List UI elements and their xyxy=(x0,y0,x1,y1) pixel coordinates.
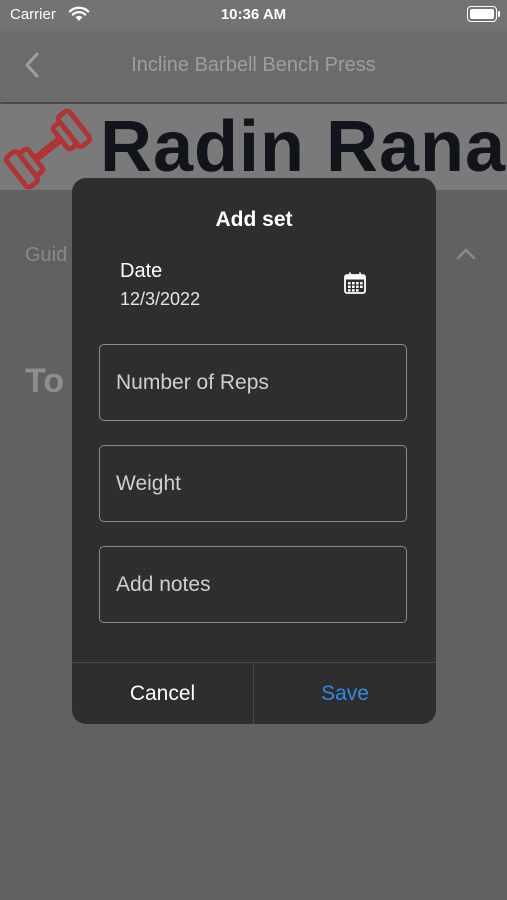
calendar-icon[interactable] xyxy=(343,271,367,295)
dialog-button-bar: Cancel Save xyxy=(72,662,436,724)
notes-input[interactable] xyxy=(100,547,406,622)
add-set-dialog: Add set Date 12/3/2022 Cancel Save xyxy=(72,178,436,724)
save-button[interactable]: Save xyxy=(254,663,436,724)
reps-field xyxy=(99,344,407,421)
dialog-title: Add set xyxy=(215,208,293,231)
cancel-button[interactable]: Cancel xyxy=(72,663,254,724)
weight-field xyxy=(99,445,407,522)
section-heading: To xyxy=(25,362,65,400)
status-bar: Carrier 10:36 AM xyxy=(0,0,507,32)
guide-section-label[interactable]: Guid xyxy=(25,244,67,267)
battery-icon xyxy=(467,6,500,22)
weight-input[interactable] xyxy=(100,446,406,521)
date-value: 12/3/2022 xyxy=(120,289,201,309)
chevron-up-icon[interactable] xyxy=(455,246,477,262)
clock: 10:36 AM xyxy=(220,6,287,23)
reps-input[interactable] xyxy=(100,345,406,420)
notes-field xyxy=(99,546,407,623)
page-title: Incline Barbell Bench Press xyxy=(131,54,376,76)
nav-bar: Incline Barbell Bench Press xyxy=(0,32,507,102)
date-label: Date xyxy=(120,260,163,282)
dumbbell-icon xyxy=(3,108,93,190)
brand-name: Radin Rana xyxy=(100,107,507,187)
